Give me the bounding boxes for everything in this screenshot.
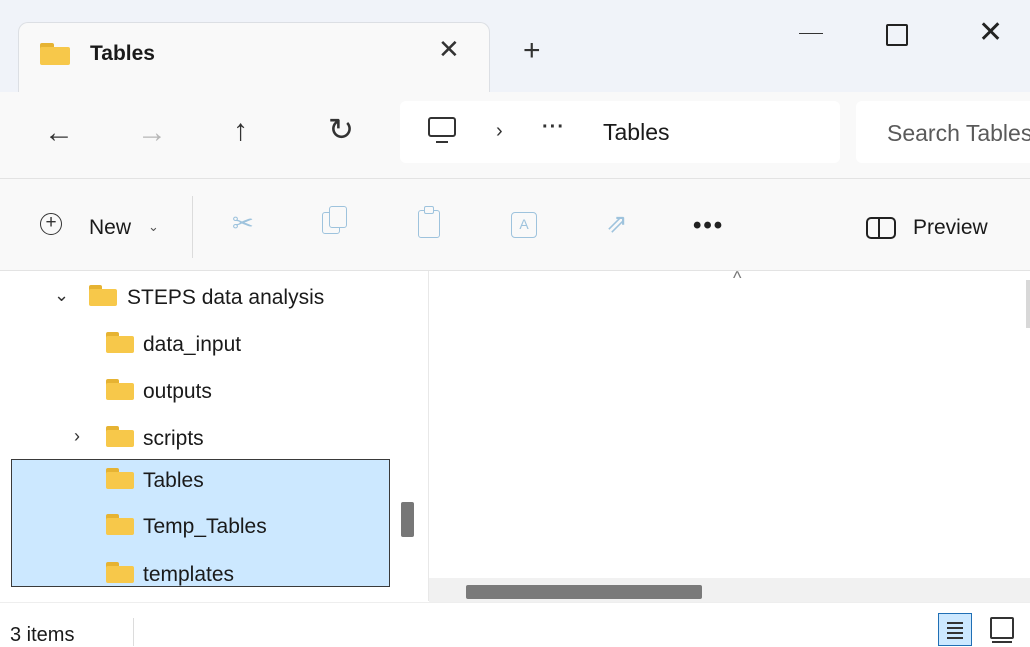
sidebar-scrollbar-thumb[interactable]: [401, 502, 414, 537]
breadcrumb-current[interactable]: Tables: [603, 119, 669, 146]
forward-arrow-icon[interactable]: →: [137, 118, 167, 148]
details-view-icon[interactable]: [938, 613, 972, 646]
cut-icon[interactable]: ✂: [232, 210, 254, 236]
active-tab[interactable]: [18, 22, 490, 92]
preview-pane-icon[interactable]: [866, 217, 896, 239]
tree-item-templates[interactable]: templates: [143, 563, 234, 587]
plus-circle-icon: +: [40, 213, 62, 235]
folder-icon: [106, 426, 134, 447]
copy-icon[interactable]: [322, 206, 347, 234]
folder-icon: [89, 285, 117, 306]
sort-caret-icon[interactable]: ^: [733, 268, 741, 289]
tree-item-tables[interactable]: Tables: [143, 469, 204, 493]
chevron-down-icon: ⌄: [148, 219, 159, 234]
tiles-view-icon[interactable]: [990, 617, 1014, 643]
breadcrumb-ellipsis[interactable]: ···: [542, 116, 565, 139]
content-vertical-scrollbar[interactable]: [1026, 280, 1030, 328]
tab-close-icon[interactable]: ✕: [438, 36, 460, 62]
toolbar-divider: [192, 196, 193, 258]
folder-icon: [106, 514, 134, 535]
computer-icon[interactable]: [428, 117, 456, 143]
preview-button-label[interactable]: Preview: [913, 216, 988, 240]
share-icon[interactable]: ⇗: [606, 210, 628, 236]
tab-title: Tables: [90, 42, 155, 65]
folder-icon: [106, 468, 134, 489]
back-arrow-icon[interactable]: ←: [44, 118, 74, 148]
refresh-icon[interactable]: ↻: [328, 114, 354, 145]
new-tab-button[interactable]: +: [523, 36, 541, 66]
more-options-icon[interactable]: •••: [693, 212, 724, 240]
chevron-down-icon[interactable]: ⌄: [54, 285, 69, 306]
status-divider: [133, 618, 134, 646]
horizontal-scrollbar-thumb[interactable]: [466, 585, 702, 599]
up-arrow-icon[interactable]: ↑: [233, 116, 248, 146]
folder-icon: [106, 332, 134, 353]
folder-icon: [40, 43, 70, 65]
rename-icon[interactable]: A: [511, 212, 537, 238]
minimize-icon[interactable]: [797, 20, 825, 48]
folder-icon: [106, 562, 134, 583]
item-count: 3 items: [10, 624, 75, 646]
search-placeholder: Search Tables: [887, 120, 1030, 146]
tree-item-outputs[interactable]: outputs: [143, 380, 212, 404]
breadcrumb-chevron-icon[interactable]: ›: [496, 120, 503, 143]
paste-icon[interactable]: [418, 206, 440, 238]
window-close-icon[interactable]: ✕: [978, 18, 1003, 48]
file-list[interactable]: [429, 271, 1030, 581]
tree-item-data-input[interactable]: data_input: [143, 333, 241, 357]
status-bar: [0, 602, 1030, 647]
folder-icon: [106, 379, 134, 400]
tree-item-steps-data-analysis[interactable]: STEPS data analysis: [127, 286, 324, 310]
maximize-icon[interactable]: [886, 24, 908, 46]
new-button-label: New: [89, 216, 132, 239]
chevron-right-icon[interactable]: ›: [74, 426, 80, 447]
tree-item-scripts[interactable]: scripts: [143, 427, 204, 451]
tree-item-temp-tables[interactable]: Temp_Tables: [143, 515, 267, 539]
